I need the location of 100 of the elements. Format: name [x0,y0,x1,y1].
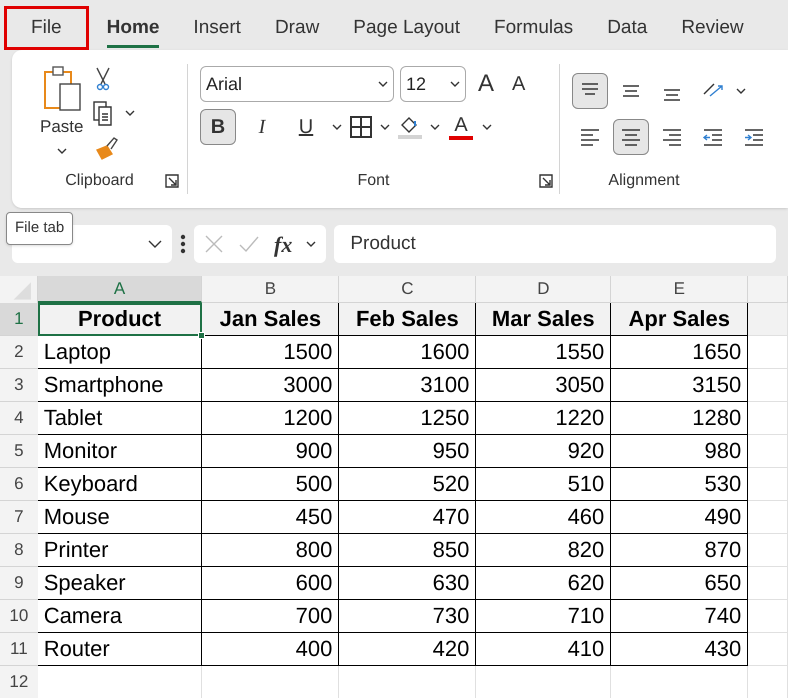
italic-button[interactable]: I [244,109,280,145]
table-cell: 700 [202,600,340,633]
ribbon-tab[interactable]: Data [591,6,664,50]
ribbon-tab[interactable]: Draw [258,6,336,50]
empty-cell [748,369,788,402]
table-cell: Laptop [38,336,202,369]
table-cell: 1500 [202,336,340,369]
table-cell: 460 [476,501,612,534]
table-cell: 920 [476,435,612,468]
font-size-dropdown[interactable]: 12 [400,66,466,102]
table-cell: 1220 [476,402,612,435]
bold-button[interactable]: B [200,109,236,145]
row-header[interactable]: 11 [0,633,38,666]
ribbon-tab[interactable]: File [4,6,89,50]
row-header[interactable]: 1 [0,303,38,336]
table-cell: 1200 [202,402,340,435]
copy-icon[interactable] [93,101,114,126]
paintbrush-icon[interactable] [93,136,120,162]
empty-cell [748,567,788,600]
borders-icon[interactable] [350,116,372,138]
empty-cell [748,600,788,633]
caret-icon[interactable] [148,240,162,248]
dialog-launcher-icon[interactable] [539,174,553,188]
table-cell: Feb Sales [339,303,476,336]
table-cell: 3100 [339,369,476,402]
table-cell: 450 [202,501,340,534]
column-header[interactable]: A [38,276,202,303]
table-cell: Tablet [38,402,202,435]
caret-icon[interactable] [56,148,67,154]
dialog-launcher-icon[interactable] [165,174,179,188]
ribbon-tab[interactable]: Home [90,6,176,50]
empty-cell [748,534,788,567]
clipboard-icon[interactable] [42,64,82,112]
empty-cell [748,435,788,468]
caret-icon[interactable] [378,80,388,88]
table-cell: 1280 [611,402,748,435]
font-color-button[interactable]: A [448,109,474,145]
align-center-button[interactable] [613,119,649,155]
table-cell: Mouse [38,501,202,534]
caret-icon[interactable] [332,124,342,130]
top-align-button[interactable] [572,73,608,109]
table-cell: Router [38,633,202,666]
table-cell: Monitor [38,435,202,468]
table-cell: 1250 [339,402,476,435]
empty-cell [748,336,788,369]
caret-icon[interactable] [125,110,136,117]
caret-icon[interactable] [482,124,492,130]
row-header[interactable]: 8 [0,534,38,567]
insert-function-button[interactable]: fx [274,228,292,260]
ribbon-tab[interactable]: Review [665,6,760,50]
group-label: Clipboard [65,171,134,191]
table-cell: 470 [339,501,476,534]
row-header[interactable]: 7 [0,501,38,534]
shrink-font-button[interactable]: A [506,69,532,99]
paste-button[interactable]: Paste [40,64,84,154]
grow-font-button[interactable]: A [472,66,500,102]
empty-cell [748,633,788,666]
row-header[interactable]: 4 [0,402,38,435]
row-header[interactable]: 9 [0,567,38,600]
table-cell: Keyboard [38,468,202,501]
table-cell: 980 [611,435,748,468]
table-cell: 1600 [339,336,476,369]
ribbon-tab[interactable]: Insert [177,6,257,50]
row-header[interactable]: 6 [0,468,38,501]
table-cell: 600 [202,567,340,600]
row-header[interactable]: 5 [0,435,38,468]
fill-color-icon[interactable] [398,115,422,139]
row-header[interactable]: 2 [0,336,38,369]
formula-input-field[interactable]: Product [334,225,776,263]
caret-icon[interactable] [736,88,746,94]
table-cell: 950 [339,435,476,468]
caret-icon[interactable] [430,124,440,130]
table-cell: 430 [611,633,748,666]
underline-button[interactable]: U [288,109,324,145]
row-header[interactable]: 3 [0,369,38,402]
row-header[interactable]: 10 [0,600,38,633]
font-name-dropdown[interactable]: Arial [200,66,394,102]
table-cell: Printer [38,534,202,567]
caret-icon[interactable] [306,240,316,248]
table-cell: 850 [339,534,476,567]
table-cell: 620 [476,567,612,600]
ribbon-tab[interactable]: Formulas [478,6,590,50]
row-header[interactable]: 12 [0,666,38,698]
table-cell: Product [38,303,202,336]
table-cell: 500 [202,468,340,501]
table-cell: Speaker [38,567,202,600]
fill-handle[interactable] [198,332,206,339]
empty-cell [748,468,788,501]
tooltip: File tab [6,212,74,244]
table-cell: 520 [339,468,476,501]
caret-icon[interactable] [450,80,460,88]
caret-icon[interactable] [380,124,390,130]
more-icon[interactable] [180,234,186,254]
table-cell: 710 [476,600,612,633]
group-label: Alignment [608,171,680,191]
table-cell: 820 [476,534,612,567]
ribbon-tab[interactable]: Page Layout [337,6,476,50]
table-cell: 410 [476,633,612,666]
table-cell: 1650 [611,336,748,369]
table-cell: 420 [339,633,476,666]
